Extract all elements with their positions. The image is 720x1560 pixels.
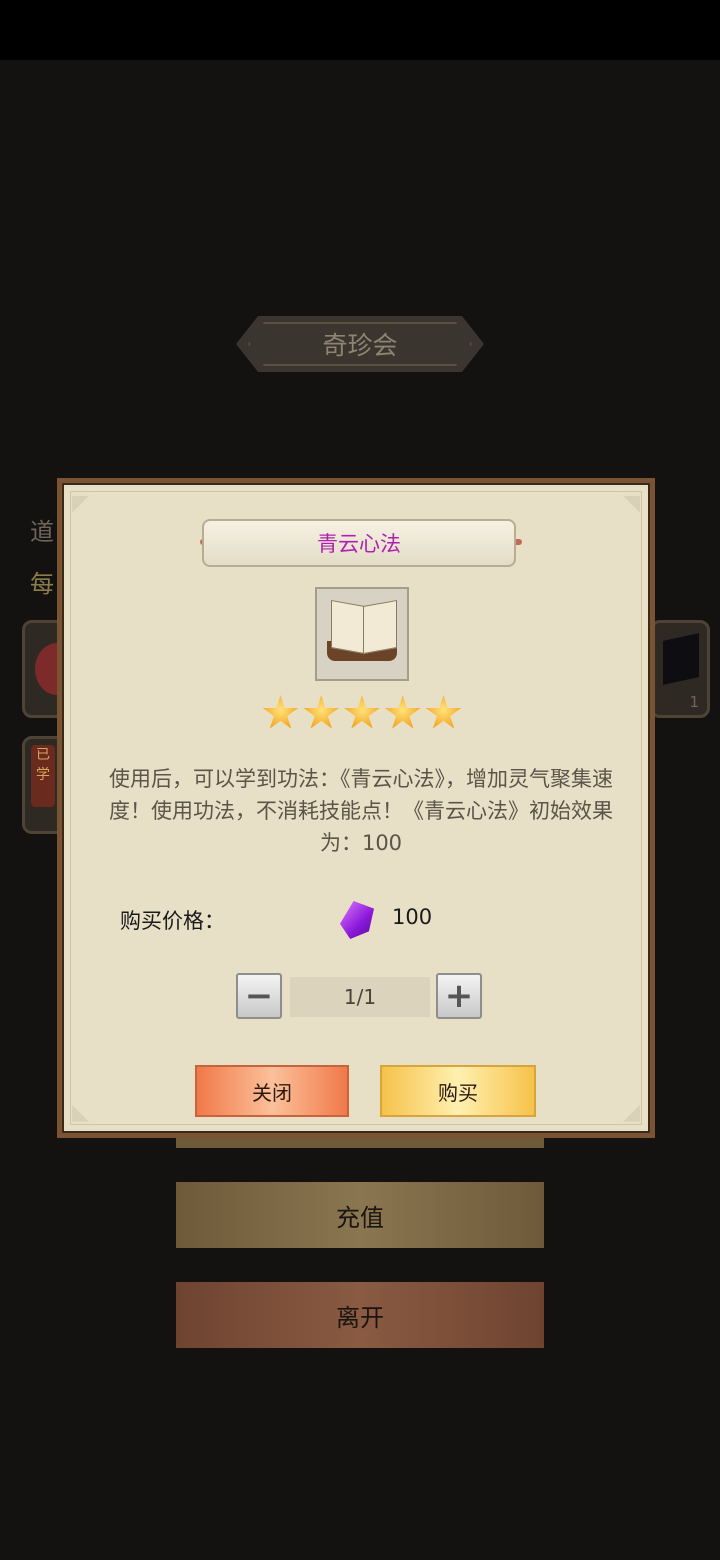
item-thumbnail bbox=[663, 633, 699, 685]
close-button[interactable]: 关闭 bbox=[195, 1065, 349, 1117]
price-label: 购买价格： bbox=[120, 909, 225, 933]
page-title: 奇珍会 bbox=[236, 316, 484, 372]
price-value: 100 bbox=[392, 905, 433, 929]
buy-button[interactable]: 购买 bbox=[380, 1065, 536, 1117]
item-count: 1 bbox=[689, 693, 699, 711]
corner-ornament-icon: ◥ bbox=[623, 491, 640, 516]
item-detail-dialog: ◤ ◥ ◣ ◢ 青云心法 使用后，可以学到功法：《青云心法》，增加灵气聚集速度！… bbox=[57, 478, 655, 1138]
star-icon bbox=[303, 695, 340, 729]
decrease-quantity-button[interactable]: − bbox=[236, 973, 282, 1019]
learned-tag: 已学 bbox=[31, 745, 55, 807]
corner-ornament-icon: ◣ bbox=[72, 1100, 89, 1125]
item-name-banner: 青云心法 bbox=[202, 519, 516, 567]
page-title-text: 奇珍会 bbox=[322, 331, 398, 360]
quantity-field[interactable]: 1/1 bbox=[290, 977, 430, 1017]
star-icon bbox=[384, 695, 421, 729]
corner-ornament-icon: ◤ bbox=[72, 491, 89, 516]
background-label: 每 bbox=[30, 570, 54, 598]
banner-rod-left bbox=[200, 539, 230, 545]
item-description: 使用后，可以学到功法：《青云心法》，增加灵气聚集速度！使用功法，不消耗技能点！《… bbox=[109, 767, 613, 855]
star-icon bbox=[344, 695, 380, 729]
increase-quantity-button[interactable]: + bbox=[436, 973, 482, 1019]
banner-rod-right bbox=[492, 539, 522, 545]
background-label: 道 bbox=[30, 518, 54, 546]
star-rating bbox=[262, 695, 462, 735]
purple-gem-icon bbox=[340, 901, 374, 939]
leave-button[interactable]: 离开 bbox=[176, 1282, 544, 1348]
star-icon bbox=[425, 695, 462, 729]
corner-ornament-icon: ◢ bbox=[623, 1100, 640, 1125]
book-icon bbox=[315, 587, 409, 681]
item-name: 青云心法 bbox=[317, 532, 401, 556]
recharge-button[interactable]: 充值 bbox=[176, 1182, 544, 1248]
shop-slot[interactable]: 1 bbox=[650, 620, 710, 718]
star-icon bbox=[262, 695, 299, 729]
